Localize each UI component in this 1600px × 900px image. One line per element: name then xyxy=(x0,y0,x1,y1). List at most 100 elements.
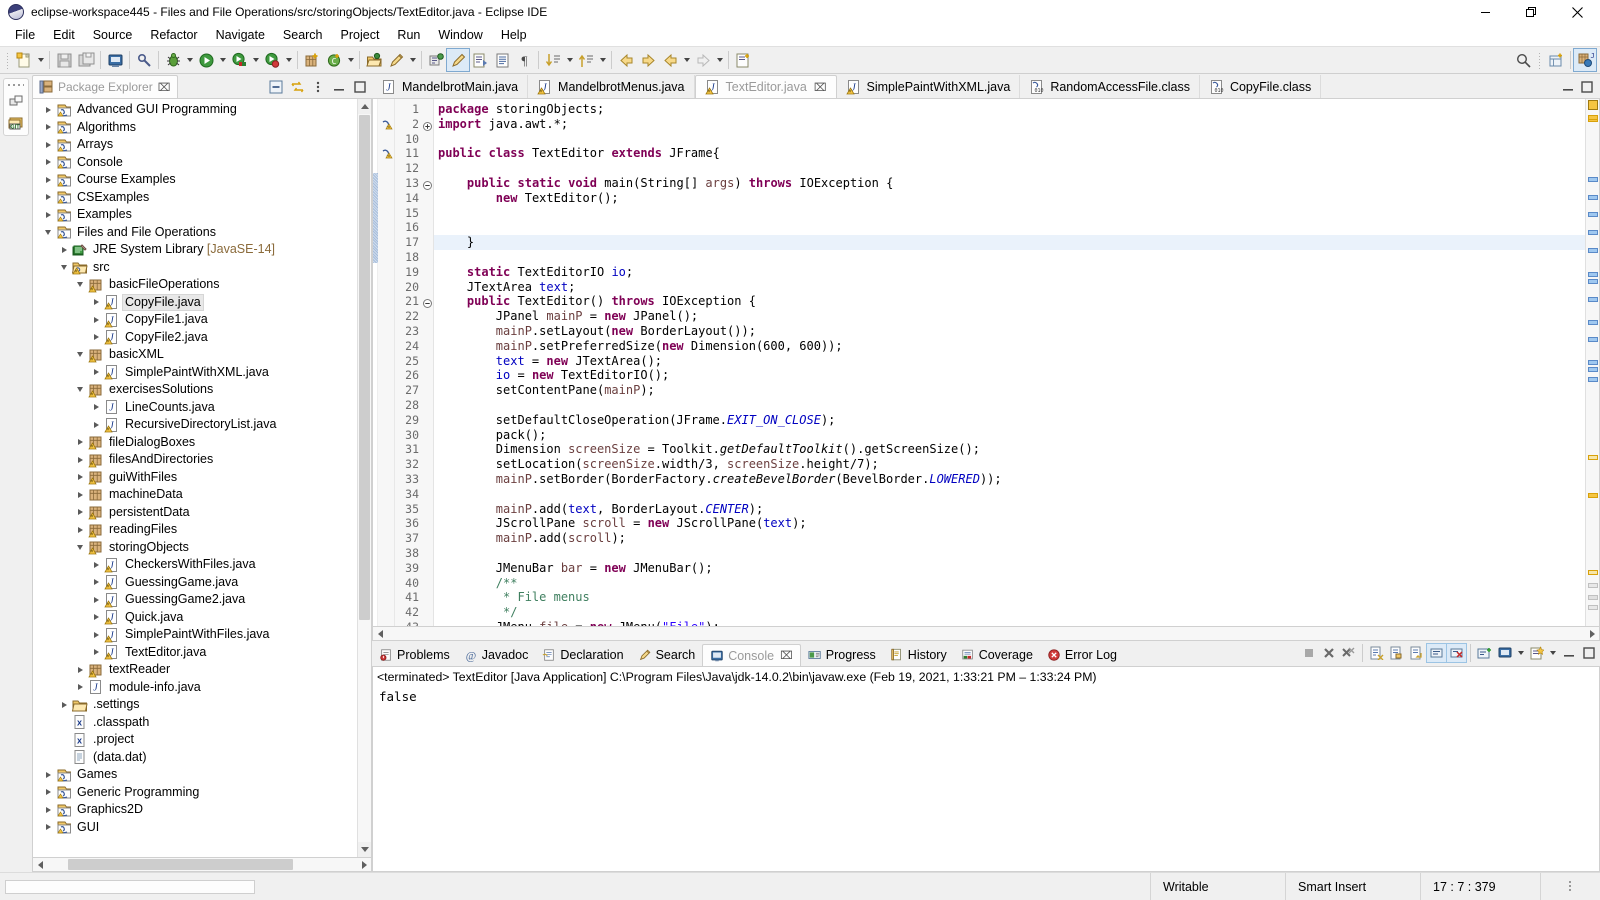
overview-marker[interactable] xyxy=(1588,360,1598,365)
editor-horizontal-scrollbar[interactable] xyxy=(372,627,1600,641)
bottom-view-tab[interactable]: Problems xyxy=(372,644,457,666)
tree-item[interactable]: Advanced GUI Programming xyxy=(33,101,357,119)
search-icon-button[interactable] xyxy=(1512,49,1534,71)
overview-marker[interactable] xyxy=(1588,493,1598,498)
bottom-view-tab[interactable]: @Javadoc xyxy=(457,644,536,666)
tree-item[interactable]: Graphics2D xyxy=(33,801,357,819)
run-coverage-button[interactable] xyxy=(228,49,250,71)
word-wrap-icon[interactable] xyxy=(1407,644,1426,662)
code-line[interactable]: mainP.add(text, BorderLayout.CENTER); xyxy=(434,502,763,517)
next-member-dropdown[interactable] xyxy=(564,49,575,71)
minimize-button[interactable] xyxy=(1462,0,1508,24)
debug-dropdown[interactable] xyxy=(184,49,195,71)
tree-item[interactable]: x.classpath xyxy=(33,714,357,732)
back-button[interactable] xyxy=(615,49,637,71)
overview-marker[interactable] xyxy=(1588,367,1598,372)
remove-all-terminated-icon[interactable] xyxy=(1339,644,1358,662)
expand-arrow-icon[interactable] xyxy=(73,469,87,486)
collapse-arrow-icon[interactable] xyxy=(73,381,87,398)
tree-item[interactable]: fileDialogBoxes xyxy=(33,434,357,452)
collapse-arrow-icon[interactable] xyxy=(73,346,87,363)
code-line[interactable] xyxy=(434,206,438,221)
overview-marker[interactable] xyxy=(1588,605,1598,610)
tree-item[interactable]: GUI xyxy=(33,819,357,837)
open-console-dropdown[interactable] xyxy=(1547,642,1558,664)
scroll-lock-icon[interactable] xyxy=(1387,644,1406,662)
overview-marker[interactable] xyxy=(1588,583,1598,588)
tree-item[interactable]: x.project xyxy=(33,731,357,749)
previous-member-dropdown[interactable] xyxy=(597,49,608,71)
code-line[interactable]: public class TextEditor extends JFrame{ xyxy=(434,146,720,161)
toggle-block-selection-button[interactable] xyxy=(491,49,513,71)
open-perspective-button[interactable] xyxy=(1545,49,1567,71)
tree-item[interactable]: CSExamples xyxy=(33,189,357,207)
back-history-button[interactable] xyxy=(659,49,681,71)
console-maximize-icon[interactable] xyxy=(1579,644,1598,662)
overview-marker[interactable] xyxy=(1588,320,1598,325)
code-line[interactable]: package storingObjects; xyxy=(434,102,604,117)
tab-package-explorer[interactable]: Package Explorer ⌧ xyxy=(32,75,178,98)
editor-tab[interactable]: JMandelbrotMain.java xyxy=(372,75,528,98)
tree-item[interactable]: basicXML xyxy=(33,346,357,364)
previous-member-button[interactable] xyxy=(575,49,597,71)
display-selected-console-dropdown[interactable] xyxy=(1515,642,1526,664)
tree-item[interactable]: filesAndDirectories xyxy=(33,451,357,469)
expand-arrow-icon[interactable] xyxy=(89,591,103,608)
code-line[interactable] xyxy=(434,487,438,502)
tree-item[interactable]: Algorithms xyxy=(33,119,357,137)
menu-edit[interactable]: Edit xyxy=(44,26,84,44)
maximize-icon[interactable] xyxy=(352,79,368,95)
expand-arrow-icon[interactable] xyxy=(57,241,71,258)
run-dropdown[interactable] xyxy=(217,49,228,71)
code-line[interactable]: new TextEditor(); xyxy=(434,191,619,206)
collapse-arrow-icon[interactable] xyxy=(73,539,87,556)
tree-item[interactable]: JSimplePaintWithXML.java xyxy=(33,364,357,382)
expand-arrow-icon[interactable] xyxy=(73,679,87,696)
tree-item[interactable]: .settings xyxy=(33,696,357,714)
open-type-button[interactable] xyxy=(363,49,385,71)
tree-item[interactable]: JRecursiveDirectoryList.java xyxy=(33,416,357,434)
console-view[interactable]: <terminated> TextEditor [Java Applicatio… xyxy=(372,666,1600,872)
tree-item[interactable]: Arrays xyxy=(33,136,357,154)
new-java-class-button[interactable]: C xyxy=(323,49,345,71)
menu-search[interactable]: Search xyxy=(274,26,332,44)
expand-arrow-icon[interactable] xyxy=(41,819,55,836)
package-explorer-tree[interactable]: Advanced GUI ProgrammingAlgorithmsArrays… xyxy=(33,99,357,857)
tree-item[interactable]: JCheckersWithFiles.java xyxy=(33,556,357,574)
tree-item[interactable]: Examples xyxy=(33,206,357,224)
code-line[interactable] xyxy=(434,250,438,265)
scroll-right-arrow[interactable] xyxy=(357,858,371,871)
code-line[interactable]: static TextEditorIO io; xyxy=(434,265,633,280)
new-java-package-button[interactable] xyxy=(301,49,323,71)
code-line[interactable]: public TextEditor() throws IOException { xyxy=(434,294,756,309)
folding-ruler[interactable] xyxy=(421,99,434,626)
toggle-java-editor-button[interactable] xyxy=(447,49,469,71)
overview-marker[interactable] xyxy=(1588,570,1598,575)
code-line[interactable]: setContentPane(mainP); xyxy=(434,383,655,398)
expand-arrow-icon[interactable] xyxy=(89,399,103,416)
expand-arrow-icon[interactable] xyxy=(73,434,87,451)
bottom-view-tab-close-icon[interactable]: ⌧ xyxy=(780,649,793,662)
bottom-view-tab[interactable]: Declaration xyxy=(535,644,630,666)
toggle-mark-occurrences-button[interactable] xyxy=(133,49,155,71)
debug-button[interactable] xyxy=(162,49,184,71)
explorer-horizontal-scrollbar[interactable] xyxy=(32,858,372,872)
tree-item[interactable]: storingObjects xyxy=(33,539,357,557)
code-line[interactable]: } xyxy=(434,235,474,250)
tree-item[interactable]: Console xyxy=(33,154,357,172)
editor-tab[interactable]: JTextEditor.java⌧ xyxy=(695,75,837,98)
tree-item[interactable]: JRE System Library [JavaSE-14] xyxy=(33,241,357,259)
forward-button[interactable] xyxy=(637,49,659,71)
code-line[interactable]: JMenuBar bar = new JMenuBar(); xyxy=(434,561,713,576)
pin-console-icon[interactable] xyxy=(1475,644,1494,662)
editor-minimize-icon[interactable] xyxy=(1560,79,1576,95)
code-line[interactable]: Dimension screenSize = Toolkit.getDefaul… xyxy=(434,442,980,457)
print-button[interactable] xyxy=(104,49,126,71)
editor-tab[interactable]: JMandelbrotMenus.java xyxy=(528,75,694,98)
overview-marker[interactable] xyxy=(1588,248,1598,253)
fold-collapse-icon[interactable] xyxy=(423,297,432,306)
expand-arrow-icon[interactable] xyxy=(89,574,103,591)
save-all-button[interactable] xyxy=(75,49,97,71)
git-repositories-icon[interactable]: GIT xyxy=(7,114,25,132)
tree-item[interactable]: machineData xyxy=(33,486,357,504)
